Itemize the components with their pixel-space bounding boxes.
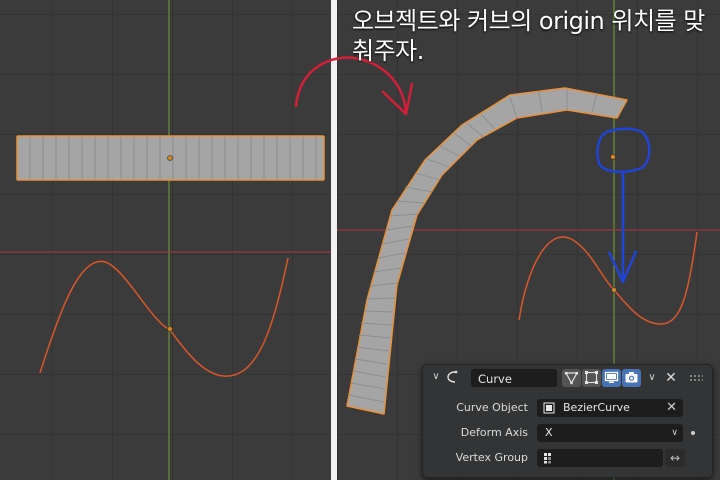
annotation-text: 오브젝트와 커브의 origin 위치를 맞춰주자. [352, 7, 705, 65]
blue-circle-annotation [596, 127, 651, 174]
vertex-group-label: Vertex Group [455, 451, 528, 464]
realtime-display-icon [604, 371, 619, 383]
blender-screenshot: 오브젝트와 커브의 origin 위치를 맞춰주자. ∨ Curve ∨ ✕ C… [0, 0, 720, 480]
invert-vertex-group-icon[interactable]: ↔ [665, 449, 685, 467]
on-cage-icon [585, 371, 598, 384]
bezier-curve[interactable] [518, 231, 698, 325]
mesh-origin-point [167, 155, 173, 161]
curve-object-label: Curve Object [456, 401, 528, 414]
deform-axis-dropdown[interactable]: X ∨ [537, 424, 683, 442]
render-camera-icon [625, 372, 638, 383]
vertex-group-icon [544, 453, 551, 464]
mesh-origin-point [610, 154, 616, 160]
deform-axis-label: Deform Axis [460, 426, 528, 439]
remove-modifier-icon[interactable]: ✕ [663, 369, 679, 387]
curve-modifier-panel: ∨ Curve ∨ ✕ Curve Object BezierCurve ✕ D… [422, 364, 713, 478]
edit-mode-button[interactable] [562, 369, 581, 387]
chevron-down-icon: ∨ [671, 428, 678, 438]
left-3d-viewport[interactable] [0, 0, 331, 480]
modifier-header: ∨ Curve ∨ ✕ [423, 365, 712, 391]
left-viewport-drawing [0, 0, 331, 480]
collapse-chevron-icon[interactable]: ∨ [429, 369, 443, 385]
render-button[interactable] [622, 369, 641, 387]
curve-origin-point [611, 287, 617, 293]
clear-field-icon[interactable]: ✕ [666, 399, 677, 417]
bezier-curve[interactable] [39, 257, 289, 377]
curve-object-row: Curve Object BezierCurve ✕ [423, 398, 712, 418]
curve-object-value: BezierCurve [563, 401, 630, 414]
vertex-group-field[interactable] [537, 449, 663, 467]
object-data-icon [543, 402, 555, 414]
realtime-display-button[interactable] [602, 369, 621, 387]
curve-modifier-icon [447, 370, 458, 383]
drag-grip-icon[interactable] [689, 374, 703, 382]
edit-mode-icon [564, 372, 579, 385]
curve-origin-point [167, 326, 173, 332]
modifier-dropdown-chevron-icon[interactable]: ∨ [644, 369, 660, 387]
animate-property-dot-icon[interactable] [691, 431, 695, 435]
modifier-name-field[interactable]: Curve [471, 369, 557, 387]
vertex-group-row: Vertex Group ↔ [423, 448, 712, 468]
on-cage-button[interactable] [582, 369, 601, 387]
deform-axis-row: Deform Axis X ∨ [423, 423, 712, 443]
deform-axis-value: X [545, 426, 553, 439]
curve-object-field[interactable]: BezierCurve ✕ [537, 399, 683, 417]
